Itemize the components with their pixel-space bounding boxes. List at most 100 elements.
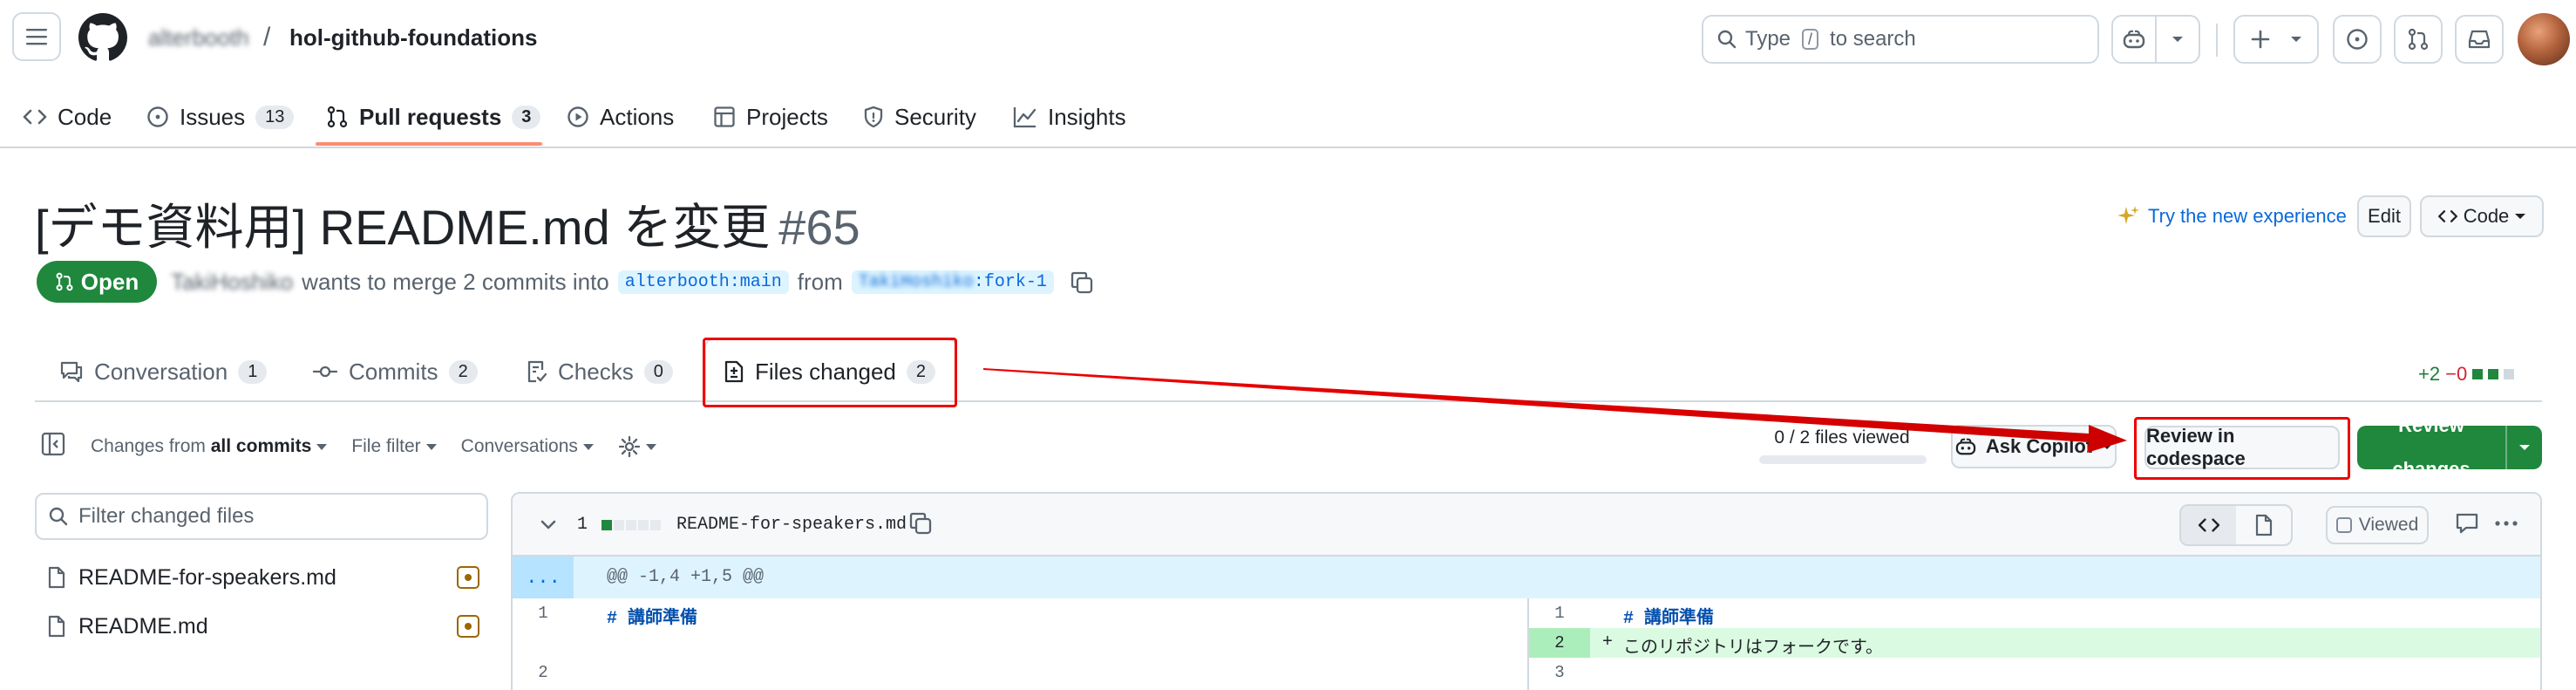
chevron-down-icon[interactable] (539, 515, 558, 534)
nav-tab-insights[interactable]: Insights (1013, 99, 1126, 134)
triangle-down-icon (2172, 37, 2183, 42)
diffstat-block (602, 520, 612, 530)
edit-title-button[interactable]: Edit (2357, 195, 2411, 237)
right-line-number[interactable]: 3 (1529, 663, 1590, 682)
nav-tab-projects[interactable]: Projects (713, 99, 828, 134)
header-divider (2216, 24, 2218, 57)
file-tree-item[interactable]: README-for-speakers.md (47, 560, 479, 595)
notifications-button[interactable] (2455, 15, 2504, 64)
head-branch-label[interactable]: TakiHoshiko:fork-1 (851, 270, 1054, 294)
diff-add-marker: + (1602, 632, 1614, 652)
comment-icon (60, 361, 83, 383)
code-dropdown-button[interactable]: Code (2420, 195, 2544, 237)
search-shortcut-key: / (1802, 29, 1819, 50)
nav-tab-label: Pull requests (359, 103, 502, 130)
file-modified-icon (457, 566, 479, 589)
source-diff-button[interactable] (2181, 506, 2236, 544)
nav-tab-label: Issues (180, 103, 246, 130)
copy-icon[interactable] (1070, 270, 1094, 295)
github-logo-icon[interactable] (78, 13, 127, 62)
repo-owner-link[interactable]: alterbooth (148, 24, 249, 51)
review-in-codespace-button[interactable]: Review in codespace (2144, 425, 2340, 469)
pr-state-badge: Open (37, 261, 157, 303)
diffstat-block (650, 520, 661, 530)
rich-diff-button[interactable] (2236, 506, 2291, 544)
your-issues-button[interactable] (2333, 15, 2382, 64)
menu-button[interactable] (12, 12, 61, 61)
left-line-number[interactable]: 1 (513, 604, 574, 623)
copilot-icon (1955, 438, 1976, 455)
tab-commits[interactable]: Commits 2 (312, 354, 478, 389)
code-text: # 講師準備 (607, 609, 698, 629)
pr-author-link[interactable]: TakiHoshiko (171, 269, 293, 296)
nav-tab-security[interactable]: Security (863, 99, 976, 134)
copilot-button[interactable] (2113, 17, 2155, 62)
file-tree-item[interactable]: README.md (47, 609, 479, 644)
viewed-checkbox[interactable]: Viewed (2326, 506, 2429, 544)
kebab-horizontal-icon[interactable] (2493, 511, 2519, 536)
copy-icon[interactable] (908, 511, 933, 536)
create-new-button[interactable] (2233, 15, 2319, 64)
file-change-count: 1 (577, 515, 588, 535)
tab-count: 2 (448, 359, 478, 384)
try-new-experience-link[interactable]: Try the new experience (2117, 204, 2347, 229)
copilot-menu-button[interactable] (2155, 17, 2199, 62)
play-icon (568, 106, 588, 127)
diff-line: 1 # 講師準備 1 # 講師準備 (513, 598, 2540, 629)
your-pull-requests-button[interactable] (2394, 15, 2443, 64)
code-icon (2198, 518, 2219, 532)
file-filter-dropdown[interactable]: File filter (351, 436, 437, 457)
nav-tab-code[interactable]: Code (23, 99, 112, 134)
ask-copilot-label: Ask Copilot (1985, 435, 2093, 457)
copilot-icon (2123, 30, 2145, 49)
nav-tab-pull-requests[interactable]: Pull requests 3 (326, 99, 541, 134)
table-icon (714, 106, 735, 127)
left-line-number[interactable]: 2 (513, 663, 574, 682)
diff-filename[interactable]: README-for-speakers.md (676, 515, 907, 535)
nav-tab-label: Code (58, 103, 112, 130)
right-line-number[interactable]: 2 (1529, 628, 1590, 658)
right-line-number[interactable]: 1 (1529, 604, 1590, 623)
expand-hunk-button[interactable]: ... (513, 557, 574, 598)
nav-tab-issues[interactable]: Issues 13 (146, 99, 295, 134)
triangle-down-icon (425, 443, 437, 450)
head-branch-user: TakiHoshiko (858, 272, 974, 292)
tab-files-changed[interactable]: Files changed 2 (724, 354, 936, 389)
tab-count: 2 (906, 359, 936, 384)
nav-tab-actions[interactable]: Actions (567, 99, 674, 134)
sidebar-toggle-icon[interactable] (40, 431, 66, 457)
additions-count: +2 (2418, 363, 2441, 385)
tab-count: 0 (643, 359, 673, 384)
tab-conversation[interactable]: Conversation 1 (59, 354, 268, 389)
commit-icon (312, 365, 338, 378)
nav-tab-label: Security (894, 103, 976, 130)
changes-from-value: all commits (210, 436, 312, 456)
file-filter-label: File filter (351, 436, 421, 456)
conversations-dropdown[interactable]: Conversations (461, 436, 594, 457)
ask-copilot-button[interactable]: Ask Copilot (1951, 425, 2117, 468)
issue-icon (147, 106, 168, 127)
repo-name-link[interactable]: hol-github-foundations (289, 24, 537, 51)
filter-changed-files-input[interactable]: Filter changed files (35, 493, 488, 540)
review-changes-button[interactable]: Review changes (2357, 404, 2542, 491)
base-branch-label[interactable]: alterbooth:main (617, 270, 789, 294)
checkbox-box (2335, 517, 2352, 533)
code-icon (23, 109, 47, 125)
tab-count: 1 (238, 359, 268, 384)
global-header: alterbooth / hol-github-foundations Type… (0, 0, 2576, 82)
gear-icon (618, 435, 641, 458)
diff-settings-dropdown[interactable] (618, 435, 656, 458)
pr-title: [デモ資料用] README.md を変更 #65 (35, 188, 860, 259)
search-input[interactable]: Type / to search (1702, 15, 2099, 64)
review-changes-dropdown[interactable] (2507, 443, 2542, 452)
tab-checks[interactable]: Checks 0 (527, 354, 673, 389)
code-text: # 講師準備 (1623, 609, 1715, 629)
comment-icon[interactable] (2455, 511, 2479, 536)
triangle-down-icon (2515, 214, 2526, 219)
triangle-down-icon (2102, 444, 2113, 449)
nav-tab-label: Insights (1048, 103, 1126, 130)
changes-from-dropdown[interactable]: Changes from all commits (91, 436, 328, 457)
triangle-down-icon (582, 443, 594, 450)
user-avatar[interactable] (2518, 13, 2570, 65)
files-viewed-count: 0 / 2 files viewed (1774, 427, 1910, 447)
